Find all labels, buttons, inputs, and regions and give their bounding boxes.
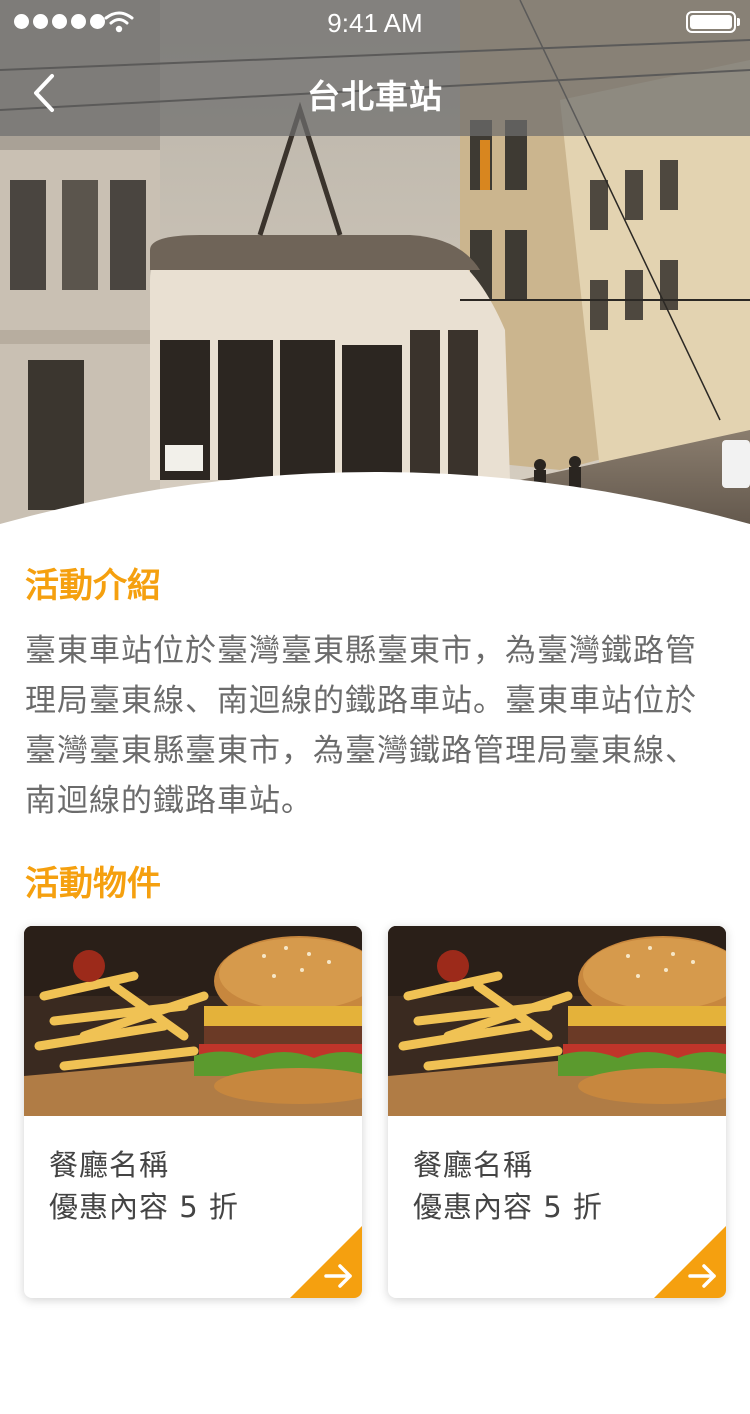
item-card[interactable]: 餐廳名稱 優惠內容 5 折 (24, 926, 362, 1298)
arrow-right-icon[interactable] (654, 1226, 726, 1298)
card-offer: 優惠內容 5 折 (49, 1190, 239, 1224)
burger-photo (388, 926, 726, 1116)
item-card[interactable]: 餐廳名稱 優惠內容 5 折 (388, 926, 726, 1298)
items-heading: 活動物件 (25, 864, 161, 904)
card-name: 餐廳名稱 (49, 1148, 170, 1182)
page-title: 台北車站 (307, 77, 443, 116)
burger-photo (24, 926, 362, 1116)
arrow-right-icon[interactable] (290, 1226, 362, 1298)
card-offer: 優惠內容 5 折 (413, 1190, 603, 1224)
intro-text: 臺東車站位於臺灣臺東縣臺東市，為臺灣鐵路管理局臺東線、南迴線的鐵路車站。臺東車站… (25, 633, 697, 819)
intro-heading: 活動介紹 (25, 566, 161, 606)
status-bar: 9:41 AM (0, 0, 750, 48)
status-time: 9:41 AM (327, 8, 423, 38)
battery-icon (686, 11, 740, 33)
card-name: 餐廳名稱 (413, 1148, 534, 1182)
hero-banner: 9:41 AM 台北車站 (0, 0, 750, 540)
